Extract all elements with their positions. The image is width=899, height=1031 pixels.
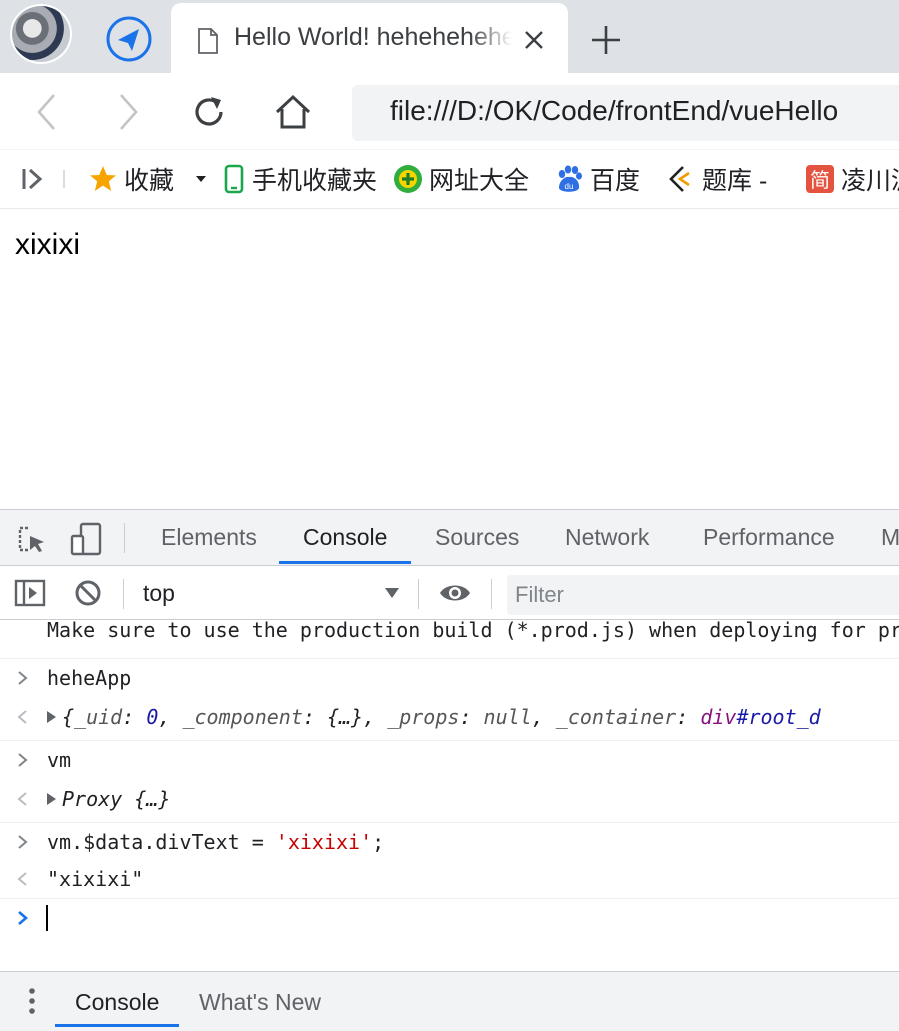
result-arrow-icon — [17, 872, 27, 886]
drawer-tab-console[interactable]: Console — [75, 989, 159, 1016]
svg-text:du: du — [565, 182, 574, 191]
devtools-panel: Elements Console Sources Network Perform… — [0, 509, 899, 1031]
new-tab-icon[interactable] — [588, 22, 624, 58]
console-input-row: heheApp — [0, 658, 899, 698]
tab-console[interactable]: Console — [303, 524, 387, 551]
bookmark-baidu[interactable]: du 百度 — [554, 163, 640, 195]
filter-field[interactable] — [507, 575, 899, 615]
sidebar-toggle-icon[interactable] — [20, 166, 46, 192]
console-result-row[interactable]: {_uid: 0, _component: {…}, _props: null,… — [0, 698, 899, 738]
toolbar-divider — [491, 579, 492, 609]
console-input-row: vm.$data.divText = 'xixixi'; — [0, 822, 899, 862]
sidebar-toggle-icon[interactable] — [14, 579, 46, 607]
tab-memory[interactable]: M — [881, 524, 899, 551]
toolbar-divider — [418, 579, 419, 609]
tiku-icon — [669, 166, 690, 192]
toolbar-divider — [123, 579, 124, 609]
expand-triangle-icon[interactable] — [47, 793, 56, 805]
star-icon — [90, 166, 116, 191]
bookmark-label: 凌川派 — [841, 167, 899, 195]
bookmark-label: 手机收藏夹 — [252, 167, 378, 195]
bookmark-favorites[interactable]: 收藏 — [88, 163, 208, 195]
object-preview[interactable]: {_uid: 0, _component: {…}, _props: null,… — [47, 705, 821, 729]
prompt-chevron-icon — [18, 911, 28, 925]
chevron-down-icon[interactable] — [384, 587, 400, 599]
bookmark-label: 收藏 — [124, 167, 175, 195]
bookmarks-divider — [63, 170, 65, 188]
object-preview[interactable]: Proxy {…} — [47, 787, 170, 811]
device-toolbar-icon[interactable] — [70, 522, 102, 556]
profile-avatar[interactable] — [10, 4, 72, 64]
bookmark-site-directory[interactable]: 网址大全 — [393, 163, 529, 195]
input-prompt-icon — [18, 671, 28, 685]
toolbar-divider — [124, 523, 125, 553]
context-selector[interactable]: top — [143, 580, 175, 607]
inspect-element-icon[interactable] — [17, 525, 47, 555]
console-result-row[interactable]: Proxy {…} — [0, 780, 899, 820]
baidu-paw-icon: du — [558, 165, 582, 192]
bookmark-label: 网址大全 — [429, 167, 530, 195]
filter-input[interactable] — [507, 575, 899, 615]
back-icon[interactable] — [25, 90, 69, 134]
jian-icon: 简 — [806, 165, 834, 193]
send-to-device-icon[interactable] — [104, 16, 154, 62]
bookmark-label: 题库 - — [702, 167, 768, 195]
tab-elements[interactable]: Elements — [161, 524, 257, 551]
tab-performance[interactable]: Performance — [703, 524, 835, 551]
chevron-down-icon[interactable] — [194, 174, 208, 184]
console-input-row: vm — [0, 740, 899, 780]
home-icon[interactable] — [271, 90, 315, 134]
page-div-text: xixixi — [15, 228, 80, 261]
result-arrow-icon — [17, 710, 27, 724]
document-icon — [198, 28, 218, 54]
clear-console-icon[interactable] — [74, 579, 102, 607]
bookmark-label: 百度 — [590, 167, 641, 195]
console-result-row: "xixixi" — [0, 860, 899, 900]
bookmarks-bar: 收藏 手机收藏夹 网址大全 du 百度 题库 - 简 凌川 — [0, 150, 899, 209]
devtools-drawer: Console What's New — [0, 971, 899, 1031]
console-toolbar: top — [0, 567, 899, 620]
plus-circle-icon — [394, 165, 422, 193]
text-cursor — [46, 905, 48, 931]
bookmark-question-bank[interactable]: 题库 - — [666, 163, 767, 195]
tab-sources[interactable]: Sources — [435, 524, 519, 551]
reload-icon[interactable] — [187, 90, 231, 134]
console-output: Make sure to use the production build (*… — [0, 621, 899, 971]
tab-title: Hello World! hehehehehe — [234, 23, 512, 51]
input-prompt-icon — [18, 835, 28, 849]
bookmark-mobile-favorites[interactable]: 手机收藏夹 — [222, 163, 377, 195]
svg-text:简: 简 — [810, 168, 830, 192]
address-bar[interactable]: file:///D:/OK/Code/frontEnd/vueHello — [352, 85, 899, 141]
active-tab-indicator — [55, 1024, 179, 1027]
result-arrow-icon — [17, 792, 27, 806]
forward-icon[interactable] — [106, 90, 150, 134]
live-expression-eye-icon[interactable] — [438, 581, 472, 605]
drawer-tab-whats-new[interactable]: What's New — [199, 989, 321, 1016]
more-options-icon[interactable] — [22, 986, 42, 1016]
browser-toolbar: file:///D:/OK/Code/frontEnd/vueHello — [0, 73, 899, 150]
devtools-tab-bar: Elements Console Sources Network Perform… — [0, 510, 899, 566]
browser-tab-active[interactable]: Hello World! hehehehehe — [171, 3, 568, 73]
address-bar-url: file:///D:/OK/Code/frontEnd/vueHello — [390, 95, 839, 126]
close-tab-icon[interactable] — [523, 29, 545, 51]
expand-triangle-icon[interactable] — [47, 711, 56, 723]
bookmark-lingchuan[interactable]: 简 凌川派 — [805, 163, 899, 195]
console-message: Make sure to use the production build (*… — [47, 621, 899, 642]
tab-network[interactable]: Network — [565, 524, 649, 551]
console-prompt[interactable] — [0, 898, 899, 938]
tab-strip: Hello World! hehehehehe — [0, 0, 899, 73]
phone-icon — [224, 164, 244, 194]
active-tab-indicator — [279, 561, 411, 564]
input-prompt-icon — [18, 753, 28, 767]
